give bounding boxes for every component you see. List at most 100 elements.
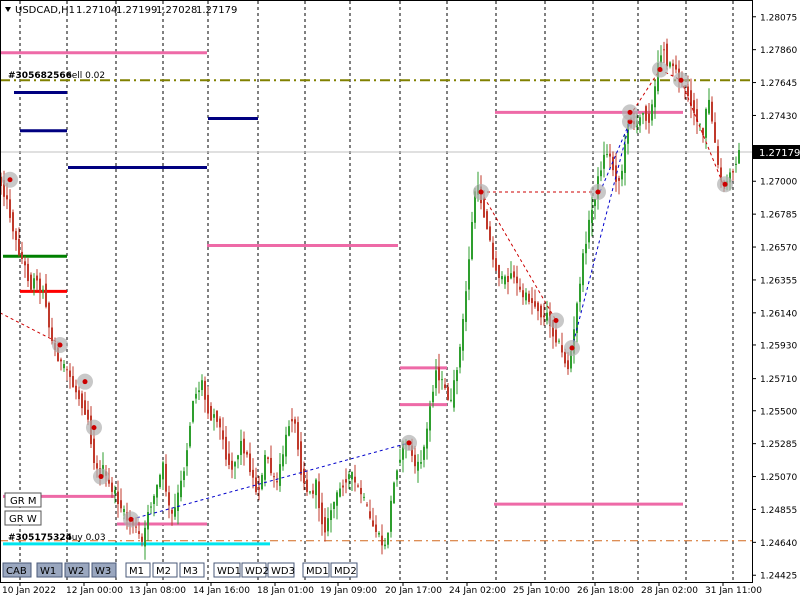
button-m3[interactable]: M3 xyxy=(179,562,205,578)
bear-candle-body xyxy=(108,479,110,484)
bear-candle-body xyxy=(357,485,359,487)
price-tick-label: 1.24855 xyxy=(760,506,797,516)
bull-candle-body xyxy=(144,527,146,547)
buy-order-label[interactable]: #305175324 buy 0.03 xyxy=(8,533,106,543)
button-md1[interactable]: MD1 xyxy=(302,562,330,578)
price-tick-label: 1.26570 xyxy=(760,244,797,254)
button-label: MD1 xyxy=(306,566,329,577)
bull-candle-body xyxy=(738,150,740,164)
bull-candle-body xyxy=(384,544,386,547)
bull-candle-body xyxy=(315,479,317,496)
ohlc-open: 1.27104 xyxy=(76,5,117,16)
button-label: WD1 xyxy=(217,566,241,577)
gr-m-button[interactable]: GR M xyxy=(4,492,42,508)
bull-candle-body xyxy=(471,222,473,260)
bear-candle-body xyxy=(564,351,566,364)
chart-canvas[interactable]: 1.280751.278601.276451.274301.272151.270… xyxy=(0,0,800,600)
bear-candle-body xyxy=(219,418,221,428)
time-tick-label: 14 Jan 16:00 xyxy=(193,586,250,596)
price-tick-label: 1.27645 xyxy=(760,79,797,89)
price-tick-label: 1.25710 xyxy=(760,375,797,385)
pivot-dot xyxy=(406,440,412,446)
bear-candle-body xyxy=(711,101,713,122)
bear-candle-body xyxy=(9,199,11,218)
bull-candle-body xyxy=(450,399,452,401)
bull-candle-body xyxy=(33,278,35,289)
price-tick-label: 1.27860 xyxy=(760,46,797,56)
pivot-dot xyxy=(478,189,484,195)
bull-candle-body xyxy=(651,104,653,121)
bear-candle-body xyxy=(141,536,143,542)
bull-candle-body xyxy=(624,144,626,173)
button-label: M1 xyxy=(129,566,144,577)
button-label: W3 xyxy=(95,566,111,577)
button-cab[interactable]: CAB xyxy=(2,562,32,578)
bear-candle-body xyxy=(312,490,314,494)
bear-candle-body xyxy=(24,261,26,266)
bear-candle-body xyxy=(204,380,206,400)
bear-candle-body xyxy=(732,170,734,173)
bear-candle-body xyxy=(300,441,302,475)
bull-candle-body xyxy=(339,488,341,497)
bull-candle-body xyxy=(510,273,512,279)
chart-header: USDCAD,H1 1.27104 1.27199 1.27028 1.2717… xyxy=(5,5,237,16)
bear-candle-body xyxy=(522,290,524,298)
bull-candle-body xyxy=(435,370,437,389)
bull-candle-body xyxy=(63,363,65,369)
button-w1[interactable]: W1 xyxy=(36,562,63,578)
bull-candle-body xyxy=(558,340,560,342)
ohlc-close: 1.27179 xyxy=(196,5,237,16)
bull-candle-body xyxy=(186,450,188,467)
bear-candle-body xyxy=(345,479,347,483)
bear-candle-body xyxy=(294,419,296,424)
trading-chart[interactable]: 1.280751.278601.276451.274301.272151.270… xyxy=(0,0,800,600)
bear-candle-body xyxy=(513,271,515,278)
pivot-dot xyxy=(82,379,88,385)
button-wd3[interactable]: WD3 xyxy=(267,562,295,578)
gr-w-button[interactable]: GR W xyxy=(4,510,42,526)
bull-candle-body xyxy=(399,459,401,463)
bear-candle-body xyxy=(492,242,494,260)
pivot-dot xyxy=(678,77,684,83)
button-label: WD3 xyxy=(271,566,295,577)
bear-candle-body xyxy=(255,477,257,493)
bull-candle-body xyxy=(525,292,527,301)
bear-candle-body xyxy=(243,438,245,454)
bull-candle-body xyxy=(114,490,116,494)
price-tick-label: 1.27430 xyxy=(760,112,797,122)
bull-candle-body xyxy=(150,506,152,508)
bull-candle-body xyxy=(429,406,431,431)
sell-order-label[interactable]: #305682566 sell 0.02 xyxy=(8,71,105,81)
bull-candle-body xyxy=(603,154,605,169)
bull-candle-body xyxy=(459,346,461,368)
button-label: CAB xyxy=(6,566,27,577)
button-m2[interactable]: M2 xyxy=(152,562,178,578)
bull-candle-body xyxy=(579,283,581,302)
bull-candle-body xyxy=(606,154,608,156)
bear-candle-body xyxy=(120,500,122,509)
bear-candle-body xyxy=(87,409,89,420)
bull-candle-body xyxy=(198,390,200,393)
price-tick-label: 1.26785 xyxy=(760,211,797,221)
price-tick-label: 1.26355 xyxy=(760,276,797,286)
button-md2[interactable]: MD2 xyxy=(330,562,358,578)
ohlc-high: 1.27199 xyxy=(116,5,157,16)
time-tick-label: 19 Jan 09:00 xyxy=(320,586,377,596)
pivot-dot xyxy=(569,345,575,351)
button-w2[interactable]: W2 xyxy=(64,562,90,578)
button-label: MD2 xyxy=(334,566,357,577)
button-m1[interactable]: M1 xyxy=(125,562,151,578)
pivot-dot xyxy=(722,181,728,187)
bull-candle-body xyxy=(240,440,242,455)
bear-candle-body xyxy=(498,265,500,279)
bear-candle-body xyxy=(489,226,491,241)
bear-candle-body xyxy=(537,302,539,312)
bear-candle-body xyxy=(381,535,383,546)
bull-candle-body xyxy=(183,471,185,481)
button-wd2[interactable]: WD2 xyxy=(241,562,269,578)
bull-candle-body xyxy=(177,492,179,511)
button-w3[interactable]: W3 xyxy=(91,562,117,578)
bull-candle-body xyxy=(735,163,737,165)
button-wd1[interactable]: WD1 xyxy=(213,562,241,578)
bear-candle-body xyxy=(414,454,416,467)
